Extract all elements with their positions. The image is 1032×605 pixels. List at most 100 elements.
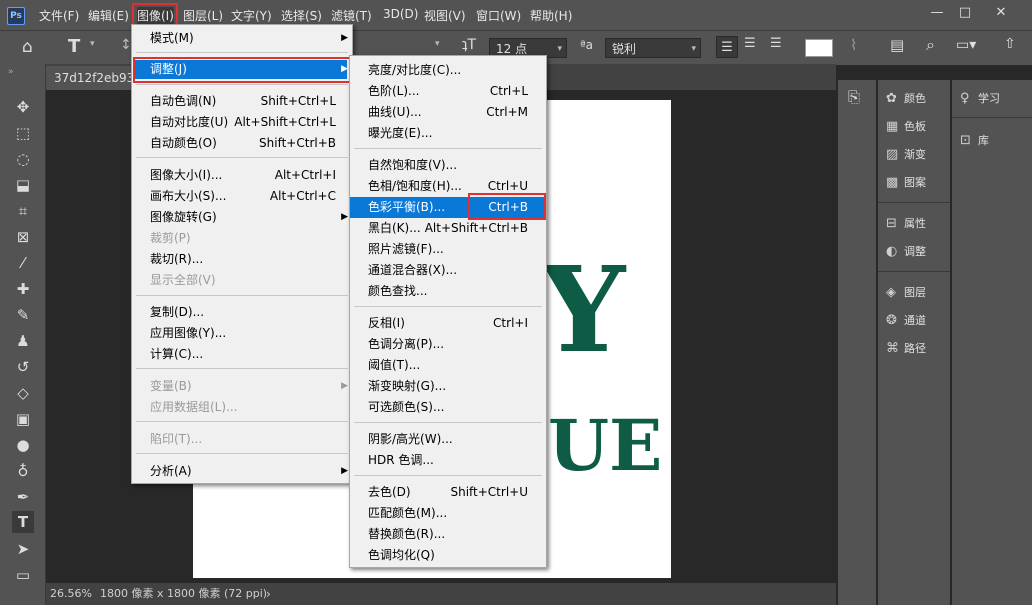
gradient-tool-icon[interactable]: ▣ <box>12 408 34 430</box>
panel-patterns[interactable]: ▩ 图案 <box>886 172 948 194</box>
lasso-tool-icon[interactable]: ◌ <box>12 148 34 170</box>
panel-gradients[interactable]: ▨ 渐变 <box>886 144 948 166</box>
chevron-right-icon[interactable]: › <box>266 583 271 605</box>
close-icon[interactable]: ✕ <box>990 4 1012 22</box>
rectangle-tool-icon[interactable]: ▭ <box>12 564 34 586</box>
adjust-menu-item[interactable]: HDR 色调... <box>350 450 546 471</box>
home-icon[interactable]: ⌂ <box>22 37 33 57</box>
object-selection-tool-icon[interactable]: ⬓ <box>12 174 34 196</box>
adjust-menu-item[interactable]: 照片滤镜(F)... <box>350 239 546 260</box>
blur-tool-icon[interactable]: ● <box>12 434 34 456</box>
menu-item-label: 去色(D) <box>368 485 411 499</box>
adjust-menu-item[interactable]: 曲线(U)... Ctrl+M <box>350 102 546 123</box>
crop-tool-icon[interactable]: ⌗ <box>12 200 34 222</box>
image-menu-item[interactable]: 调整(J) ▶ <box>132 59 352 80</box>
panel-paths[interactable]: ⌘ 路径 <box>886 338 948 360</box>
menu-type[interactable]: 文字(Y) <box>231 7 272 24</box>
menu-window[interactable]: 窗口(W) <box>476 7 521 24</box>
menu-3d[interactable]: 3D(D) <box>383 7 418 21</box>
type-tool-icon[interactable]: T <box>12 511 34 533</box>
adjust-menu-item[interactable]: 颜色查找... <box>350 281 546 302</box>
menu-view[interactable]: 视图(V) <box>424 7 466 24</box>
adjust-menu-item[interactable]: 色调分离(P)... <box>350 334 546 355</box>
workspace-icon[interactable]: ▭▾ <box>956 37 976 53</box>
panel-learn[interactable]: ♀ 学习 <box>960 88 1022 110</box>
menu-file[interactable]: 文件(F) <box>39 7 79 24</box>
character-panel-icon[interactable]: ▤ <box>890 36 904 54</box>
minimize-icon[interactable]: — <box>926 4 948 22</box>
menu-help[interactable]: 帮助(H) <box>530 7 572 24</box>
adjust-menu-item[interactable]: 阴影/高光(W)... <box>350 429 546 450</box>
adjust-menu-item[interactable]: 通道混合器(X)... <box>350 260 546 281</box>
adjust-menu-item[interactable]: 色阶(L)... Ctrl+L <box>350 81 546 102</box>
adjust-menu-item[interactable]: 匹配颜色(M)... <box>350 503 546 524</box>
panel-swatches[interactable]: ▦ 色板 <box>886 116 948 138</box>
adjust-menu-item[interactable]: 阈值(T)... <box>350 355 546 376</box>
text-tool-icon[interactable]: T <box>68 36 80 57</box>
panel-channels[interactable]: ❂ 通道 <box>886 310 948 332</box>
frame-tool-icon[interactable]: ⊠ <box>12 226 34 248</box>
adjust-menu-item[interactable]: 黑白(K)... Alt+Shift+Ctrl+B <box>350 218 546 239</box>
image-menu-item[interactable]: 模式(M) ▶ <box>132 28 352 49</box>
document-tab[interactable]: 37d12f2eb938 <box>46 66 132 90</box>
image-menu-item[interactable]: 自动对比度(U) Alt+Shift+Ctrl+L <box>132 112 352 133</box>
image-menu-item[interactable]: 计算(C)... <box>132 344 352 365</box>
antialias-select[interactable]: 锐利 ▾ <box>605 38 701 58</box>
restore-icon[interactable]: □ <box>954 4 976 22</box>
history-icon[interactable]: ⎘ <box>848 88 860 106</box>
adjust-menu-item[interactable]: 去色(D) Shift+Ctrl+U <box>350 482 546 503</box>
palette-icon: ✿ <box>886 91 897 106</box>
adjust-menu-item[interactable]: 渐变映射(G)... <box>350 376 546 397</box>
path-selection-tool-icon[interactable]: ➤ <box>12 538 34 560</box>
menu-filter[interactable]: 滤镜(T) <box>331 7 372 24</box>
submenu-arrow-icon: ▶ <box>341 466 348 476</box>
warp-text-icon[interactable]: ⌇ <box>850 36 857 54</box>
menu-select[interactable]: 选择(S) <box>281 7 322 24</box>
text-color-swatch[interactable] <box>805 39 833 57</box>
eraser-tool-icon[interactable]: ◇ <box>12 382 34 404</box>
history-brush-tool-icon[interactable]: ↺ <box>12 356 34 378</box>
panel-color[interactable]: ✿ 颜色 <box>886 88 948 110</box>
adjust-menu-item[interactable]: 反相(I) Ctrl+I <box>350 313 546 334</box>
search-icon[interactable]: ⌕ <box>926 35 935 55</box>
submenu-arrow-icon: ▶ <box>341 381 348 391</box>
image-menu-item[interactable]: 自动色调(N) Shift+Ctrl+L <box>132 91 352 112</box>
share-icon[interactable]: ⇧ <box>1004 36 1016 52</box>
adjust-menu-item[interactable]: 替换颜色(R)... <box>350 524 546 545</box>
panel-libraries[interactable]: ⊡ 库 <box>960 130 1022 152</box>
image-menu-item[interactable]: 应用图像(Y)... <box>132 323 352 344</box>
healing-brush-tool-icon[interactable]: ✚ <box>12 278 34 300</box>
image-menu-item[interactable]: 裁切(R)... <box>132 249 352 270</box>
adjust-menu-item[interactable]: 可选颜色(S)... <box>350 397 546 418</box>
move-tool-icon[interactable]: ✥ <box>12 96 34 118</box>
image-menu-item[interactable]: 分析(A) ▶ <box>132 461 352 482</box>
dodge-tool-icon[interactable]: ♁ <box>12 460 34 482</box>
adjust-menu-item[interactable]: 亮度/对比度(C)... <box>350 60 546 81</box>
adjust-menu-item[interactable]: 自然饱和度(V)... <box>350 155 546 176</box>
align-center-icon[interactable]: ☰ <box>744 36 756 51</box>
collapse-chevrons-icon[interactable]: » <box>8 67 14 77</box>
chevron-down-icon[interactable]: ▾ <box>90 39 95 49</box>
menu-edit[interactable]: 编辑(E) <box>88 7 129 24</box>
font-style-dropdown-arrow-icon[interactable]: ▾ <box>435 39 440 49</box>
image-menu-item[interactable]: 图像大小(I)... Alt+Ctrl+I <box>132 165 352 186</box>
marquee-tool-icon[interactable]: ⬚ <box>12 122 34 144</box>
image-menu-item[interactable]: 自动颜色(O) Shift+Ctrl+B <box>132 133 352 154</box>
orientation-icon[interactable]: ↕ <box>120 37 132 53</box>
align-right-icon[interactable]: ☰ <box>770 36 782 51</box>
panel-properties[interactable]: ⊟ 属性 <box>886 213 948 235</box>
panel-layers[interactable]: ◈ 图层 <box>886 282 948 304</box>
image-menu-item[interactable]: 复制(D)... <box>132 302 352 323</box>
adjust-menu-item[interactable]: 曝光度(E)... <box>350 123 546 144</box>
menu-layer[interactable]: 图层(L) <box>183 7 223 24</box>
align-left-icon[interactable]: ☰ <box>716 36 738 58</box>
image-menu-item[interactable]: 图像旋转(G) ▶ <box>132 207 352 228</box>
pen-tool-icon[interactable]: ✒ <box>12 486 34 508</box>
adjust-menu-item[interactable]: 色调均化(Q) <box>350 545 546 566</box>
clone-stamp-tool-icon[interactable]: ♟ <box>12 330 34 352</box>
zoom-level[interactable]: 26.56% <box>50 583 92 605</box>
image-menu-item[interactable]: 画布大小(S)... Alt+Ctrl+C <box>132 186 352 207</box>
eyedropper-tool-icon[interactable]: ⁄ <box>12 252 34 274</box>
brush-tool-icon[interactable]: ✎ <box>12 304 34 326</box>
panel-adjustments[interactable]: ◐ 调整 <box>886 241 948 263</box>
